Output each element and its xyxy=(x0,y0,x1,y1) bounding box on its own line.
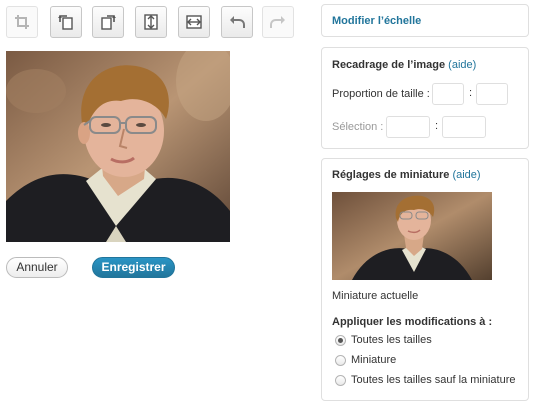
thumbnail-title-text: Réglages de miniature xyxy=(332,169,450,181)
apply-all-except-thumbnail-radio[interactable] xyxy=(335,374,346,386)
rotate-left-icon xyxy=(58,15,73,30)
ratio-height-input[interactable] xyxy=(476,83,508,105)
thumbnail-panel: Réglages de miniature (aide) Miniature a… xyxy=(321,158,529,401)
crop-panel-title: Recadrage de l’image (aide) xyxy=(332,59,476,71)
thumbnail-caption: Miniature actuelle xyxy=(332,290,419,302)
flip-horizontal-icon xyxy=(186,15,202,29)
redo-button[interactable] xyxy=(262,6,294,38)
scale-image-link[interactable]: Modifier l’échelle xyxy=(332,15,421,27)
apply-thumbnail-radio[interactable] xyxy=(335,354,346,366)
ratio-separator: : xyxy=(469,87,473,99)
redo-icon xyxy=(270,16,285,28)
edited-image[interactable] xyxy=(6,51,230,242)
selection-height-input[interactable] xyxy=(442,116,486,138)
crop-icon xyxy=(15,15,29,29)
ratio-width-input[interactable] xyxy=(432,83,464,105)
apply-all-sizes-label: Toutes les tailles xyxy=(351,334,432,346)
crop-panel: Recadrage de l’image (aide) Proportion d… xyxy=(321,47,529,149)
selection-label: Sélection : xyxy=(332,121,384,133)
apply-all-sizes-option[interactable]: Toutes les tailles xyxy=(335,334,432,346)
rotate-left-button[interactable] xyxy=(50,6,82,38)
selection-separator: : xyxy=(435,120,439,132)
crop-button[interactable] xyxy=(6,6,38,38)
flip-horizontal-button[interactable] xyxy=(178,6,210,38)
save-button[interactable]: Enregistrer xyxy=(92,257,175,278)
undo-icon xyxy=(230,16,245,28)
apply-to-label: Appliquer les modifications à : xyxy=(332,316,493,328)
ratio-label: Proportion de taille : xyxy=(332,88,430,100)
apply-all-sizes-radio[interactable] xyxy=(335,334,346,346)
apply-thumbnail-label: Miniature xyxy=(351,354,397,366)
current-thumbnail-image xyxy=(332,192,492,280)
cancel-button[interactable]: Annuler xyxy=(6,257,68,278)
crop-title-text: Recadrage de l’image xyxy=(332,59,446,71)
apply-all-except-thumbnail-option[interactable]: Toutes les tailles sauf la miniature xyxy=(335,374,515,386)
rotate-right-icon xyxy=(101,15,116,30)
thumbnail-panel-title: Réglages de miniature (aide) xyxy=(332,169,481,181)
selection-width-input[interactable] xyxy=(386,116,430,138)
apply-all-except-thumbnail-label: Toutes les tailles sauf la miniature xyxy=(351,374,516,386)
rotate-right-button[interactable] xyxy=(92,6,124,38)
apply-thumbnail-option[interactable]: Miniature xyxy=(335,354,396,366)
undo-button[interactable] xyxy=(221,6,253,38)
flip-vertical-icon xyxy=(144,14,158,30)
thumbnail-help-link[interactable]: (aide) xyxy=(452,169,480,181)
crop-help-link[interactable]: (aide) xyxy=(448,59,476,71)
flip-vertical-button[interactable] xyxy=(135,6,167,38)
scale-panel: Modifier l’échelle xyxy=(321,4,529,37)
